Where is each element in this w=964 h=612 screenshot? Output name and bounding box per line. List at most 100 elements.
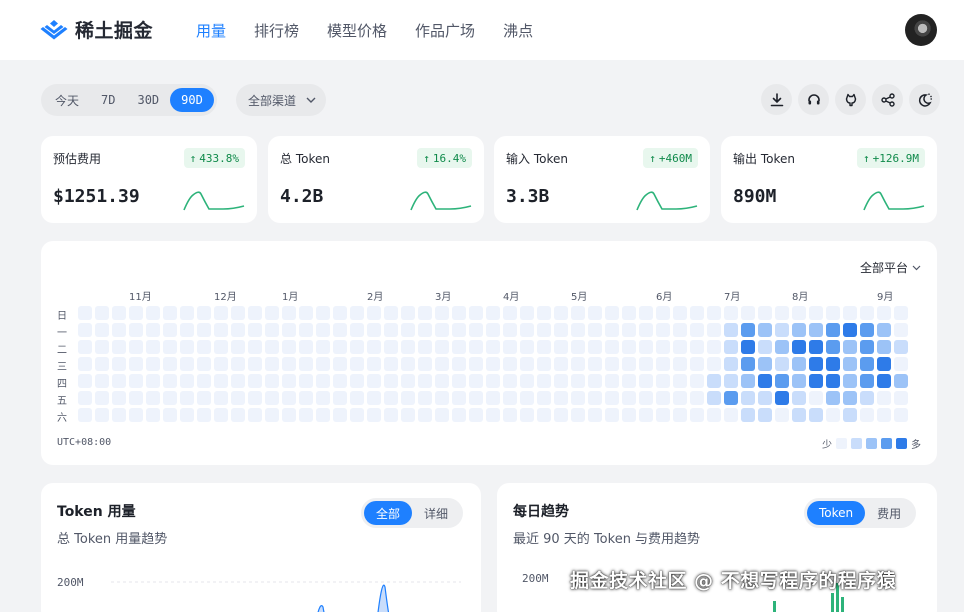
heatmap-cell[interactable] [520,323,534,337]
heatmap-cell[interactable] [826,391,840,405]
heatmap-cell[interactable] [78,357,92,371]
heatmap-cell[interactable] [741,391,755,405]
heatmap-cell[interactable] [95,306,109,320]
heatmap-cell[interactable] [520,408,534,422]
heatmap-cell[interactable] [384,374,398,388]
heatmap-cell[interactable] [299,408,313,422]
heatmap-cell[interactable] [316,323,330,337]
share-button[interactable] [872,84,903,115]
heatmap-cell[interactable] [656,323,670,337]
heatmap-cell[interactable] [129,306,143,320]
heatmap-cell[interactable] [571,323,585,337]
heatmap-cell[interactable] [503,374,517,388]
heatmap-cell[interactable] [316,391,330,405]
heatmap-cell[interactable] [894,391,908,405]
heatmap-cell[interactable] [333,357,347,371]
heatmap-cell[interactable] [622,357,636,371]
heatmap-cell[interactable] [826,357,840,371]
heatmap-cell[interactable] [894,408,908,422]
heatmap-cell[interactable] [860,391,874,405]
heatmap-cell[interactable] [707,357,721,371]
range-30d-button[interactable]: 30D [126,88,170,112]
heatmap-cell[interactable] [248,340,262,354]
heatmap-cell[interactable] [571,408,585,422]
heatmap-cell[interactable] [690,323,704,337]
heatmap-cell[interactable] [180,357,194,371]
heatmap-cell[interactable] [401,357,415,371]
heatmap-cell[interactable] [299,374,313,388]
heatmap-cell[interactable] [486,340,500,354]
heatmap-cell[interactable] [418,340,432,354]
heatmap-cell[interactable] [418,374,432,388]
heatmap-cell[interactable] [843,374,857,388]
heatmap-cell[interactable] [418,408,432,422]
heatmap-cell[interactable] [622,340,636,354]
heatmap-cell[interactable] [112,306,126,320]
heatmap-cell[interactable] [350,323,364,337]
support-button[interactable] [798,84,829,115]
heatmap-cell[interactable] [707,340,721,354]
heatmap-cell[interactable] [350,340,364,354]
heatmap-cell[interactable] [605,340,619,354]
heatmap-cell[interactable] [571,391,585,405]
heatmap-cell[interactable] [843,323,857,337]
heatmap-cell[interactable] [520,340,534,354]
heatmap-cell[interactable] [163,374,177,388]
heatmap-cell[interactable] [469,374,483,388]
heatmap-cell[interactable] [401,374,415,388]
heatmap-cell[interactable] [503,340,517,354]
heatmap-cell[interactable] [299,306,313,320]
heatmap-cell[interactable] [673,323,687,337]
heatmap-cell[interactable] [639,306,653,320]
heatmap-cell[interactable] [350,374,364,388]
heatmap-cell[interactable] [129,374,143,388]
heatmap-cell[interactable] [180,323,194,337]
heatmap-cell[interactable] [367,391,381,405]
heatmap-cell[interactable] [809,306,823,320]
heatmap-cell[interactable] [197,306,211,320]
heatmap-cell[interactable] [826,340,840,354]
heatmap-cell[interactable] [673,391,687,405]
heatmap-cell[interactable] [707,323,721,337]
heatmap-cell[interactable] [486,408,500,422]
heatmap-cell[interactable] [469,357,483,371]
heatmap-cell[interactable] [588,306,602,320]
heatmap-cell[interactable] [435,408,449,422]
heatmap-cell[interactable] [690,306,704,320]
heatmap-cell[interactable] [775,408,789,422]
heatmap-cell[interactable] [418,306,432,320]
heatmap-cell[interactable] [571,374,585,388]
nav-model-pricing[interactable]: 模型价格 [327,20,387,41]
heatmap-cell[interactable] [673,340,687,354]
heatmap-cell[interactable] [265,374,279,388]
heatmap-cell[interactable] [367,340,381,354]
heatmap-cell[interactable] [469,408,483,422]
heatmap-cell[interactable] [554,391,568,405]
heatmap-cell[interactable] [231,391,245,405]
heatmap-cell[interactable] [843,408,857,422]
heatmap-cell[interactable] [843,340,857,354]
heatmap-cell[interactable] [860,306,874,320]
heatmap-cell[interactable] [809,323,823,337]
heatmap-cell[interactable] [146,408,160,422]
heatmap-cell[interactable] [775,357,789,371]
heatmap-cell[interactable] [248,374,262,388]
platform-select[interactable]: 全部平台 [860,259,921,276]
heatmap-cell[interactable] [95,323,109,337]
heatmap-cell[interactable] [588,391,602,405]
heatmap-cell[interactable] [758,306,772,320]
heatmap-cell[interactable] [333,323,347,337]
heatmap-cell[interactable] [639,391,653,405]
heatmap-cell[interactable] [435,306,449,320]
heatmap-cell[interactable] [537,323,551,337]
heatmap-cell[interactable] [112,340,126,354]
heatmap-cell[interactable] [724,306,738,320]
heatmap-cell[interactable] [622,391,636,405]
heatmap-cell[interactable] [758,340,772,354]
heatmap-cell[interactable] [197,408,211,422]
heatmap-cell[interactable] [112,357,126,371]
heatmap-cell[interactable] [146,340,160,354]
heatmap-cell[interactable] [537,340,551,354]
heatmap-cell[interactable] [78,374,92,388]
heatmap-cell[interactable] [282,391,296,405]
